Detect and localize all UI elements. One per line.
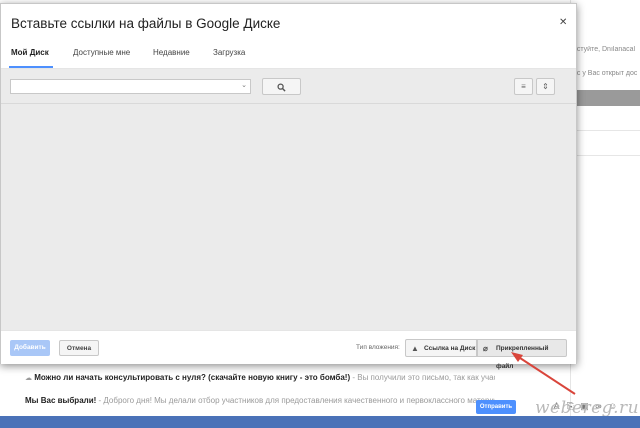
close-icon[interactable]: ✕ [559,17,567,28]
add-button[interactable]: Добавить [10,340,50,356]
divider [570,130,640,131]
search-button[interactable] [262,78,301,95]
drive-picker-dialog: Вставьте ссылки на файлы в Google Диске … [0,3,577,370]
tab-recent[interactable]: Недавние [153,48,190,57]
email-subject: Можно ли начать консультировать с нуля? … [34,373,351,382]
list-icon: ≡ [521,82,526,91]
tab-my-drive[interactable]: Мой Диск [11,48,49,57]
paperclip-icon: ⌀ [483,344,488,353]
email-snippet: - Доброго дня! Мы делали отбор участнико… [96,396,495,405]
dialog-title: Вставьте ссылки на файлы в Google Диске [11,16,281,31]
right-snippet-2: ас у Вас открыт дос [573,70,638,77]
dialog-footer: Добавить Отмена Тип вложения: ▲ Ссылка н… [1,330,576,370]
drive-icon: ▲ [411,344,419,353]
file-list-area [1,104,576,330]
chevron-down-icon[interactable]: ⌄ [241,81,247,89]
active-tab-indicator [9,66,53,68]
tab-shared-with-me[interactable]: Доступные мне [73,48,130,57]
right-panel-band [570,90,640,106]
insert-type-label: Тип вложения: [356,344,400,351]
cancel-button[interactable]: Отмена [59,340,99,356]
taskbar [0,416,640,428]
email-subject: Мы Вас выбрали! [25,396,97,405]
tab-upload[interactable]: Загрузка [213,48,245,57]
dialog-tabs: Мой Диск Доступные мне Недавние Загрузка [1,44,576,69]
sort-button[interactable]: ⇕ [536,78,555,95]
annotation-arrow [511,352,576,395]
email-icon: ☁ [25,375,32,382]
search-icon [277,83,286,92]
right-snippet-1: астуйте, Dnılanacal [573,46,636,53]
send-button[interactable]: Отправить [476,400,516,414]
search-input[interactable]: ⌄ [10,79,251,94]
list-view-button[interactable]: ≡ [514,78,533,95]
email-snippet: - Вы получили это письмо, так как участв… [352,373,495,382]
email-row[interactable]: ☁ Можно ли начать консультировать с нуля… [0,373,495,395]
picker-toolbar: ⌄ ≡ ⇕ [1,69,576,104]
drive-link-label: Ссылка на Диск [424,345,476,352]
email-row[interactable]: Мы Вас выбрали! - Доброго дня! Мы делали… [0,396,495,418]
drive-link-option[interactable]: ▲ Ссылка на Диск [405,339,477,357]
watermark: webereg.ru [535,398,640,418]
divider [570,155,640,156]
sort-icon: ⇕ [542,82,549,91]
